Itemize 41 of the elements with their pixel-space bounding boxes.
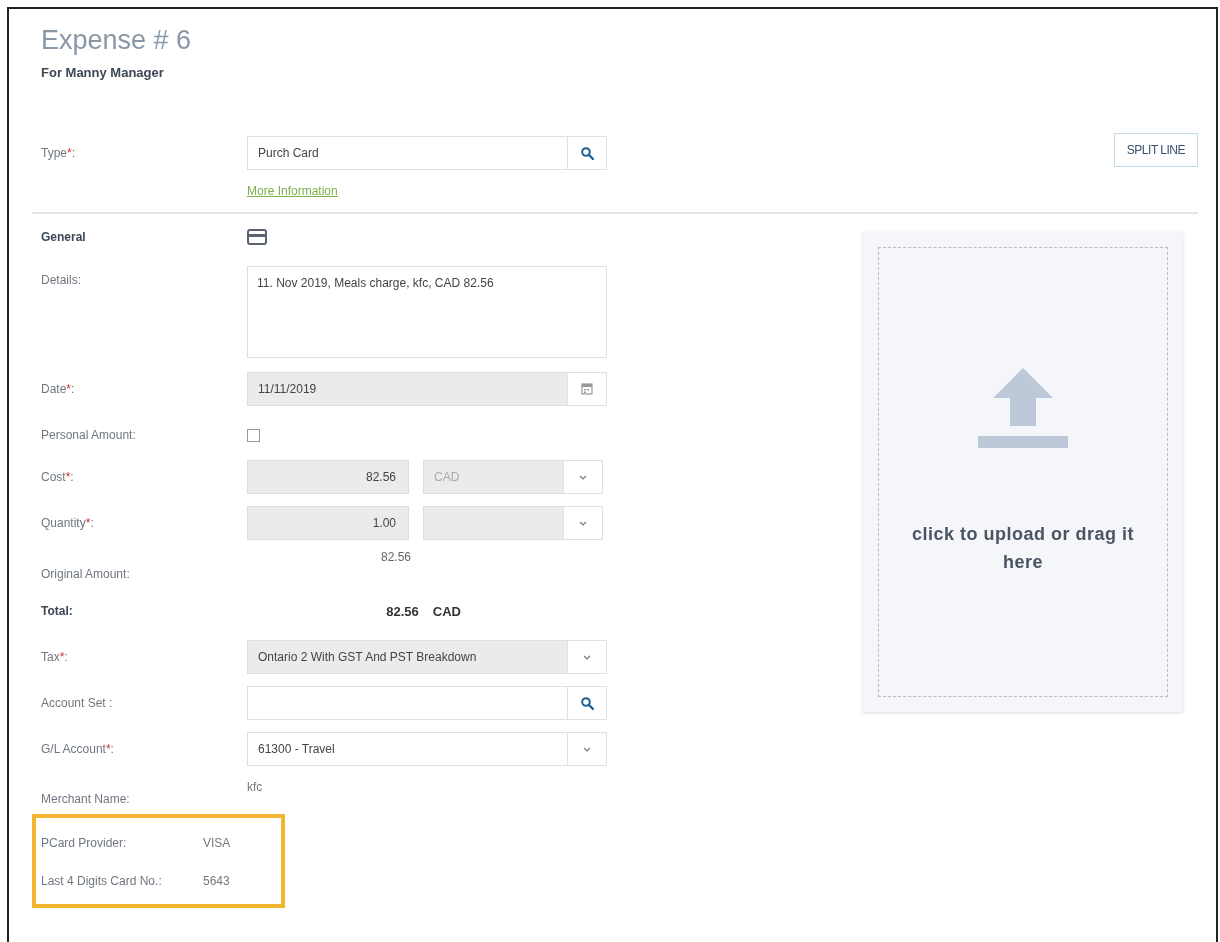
- page-subtitle: For Manny Manager: [41, 65, 165, 80]
- dropdown[interactable]: 61300 - Travel: [247, 732, 607, 766]
- field-value: 5643: [203, 874, 230, 888]
- split-line-button[interactable]: SPLIT LINE: [1113, 133, 1198, 167]
- field-label: Cost*:: [41, 470, 75, 484]
- unit-dropdown[interactable]: [423, 506, 603, 540]
- upload-dropzone[interactable]: click to upload or drag it here: [863, 232, 1183, 712]
- field-label: PCard Provider:: [41, 836, 128, 850]
- field-label: Original Amount:: [41, 566, 131, 581]
- page-title: Expense # 6: [41, 24, 193, 57]
- field-label: Tax*:: [41, 650, 69, 664]
- upload-icon: [978, 368, 1068, 448]
- field-label: Date*:: [41, 382, 76, 396]
- type-field[interactable]: Purch Card: [247, 136, 607, 170]
- field-label: Total:: [41, 604, 74, 618]
- field-label: G/L Account*:: [41, 742, 115, 756]
- section-label: General: [41, 230, 87, 244]
- lookup-field[interactable]: [247, 686, 607, 720]
- total-value: 82.56: [386, 603, 419, 619]
- field-label: Last 4 Digits Card No.:: [41, 874, 163, 888]
- credit-card-icon: [247, 229, 267, 245]
- upload-prompt: click to upload or drag it here: [911, 523, 1135, 574]
- currency-label: CAD: [432, 603, 461, 619]
- caret-icon: [579, 520, 587, 526]
- field-value: 82.56: [379, 550, 411, 564]
- caret-icon: [583, 746, 591, 752]
- field-label: Account Set :: [41, 696, 114, 710]
- search-icon: [580, 696, 594, 710]
- field-value: kfc: [247, 779, 263, 794]
- field-label: Merchant Name:: [41, 791, 131, 806]
- caret-icon: [579, 474, 587, 480]
- calendar-icon: [581, 383, 593, 395]
- field-label: Quantity*:: [41, 516, 95, 530]
- field-value: VISA: [203, 836, 231, 850]
- checkbox[interactable]: [247, 428, 260, 442]
- field-label: Type*:: [41, 146, 77, 160]
- details-field[interactable]: 11. Nov 2019, Meals charge, kfc, CAD 82.56: [247, 266, 607, 358]
- field-label: Details:: [41, 272, 82, 287]
- search-icon: [580, 146, 594, 160]
- field-label: Personal Amount:: [41, 428, 137, 442]
- caret-icon: [583, 654, 591, 660]
